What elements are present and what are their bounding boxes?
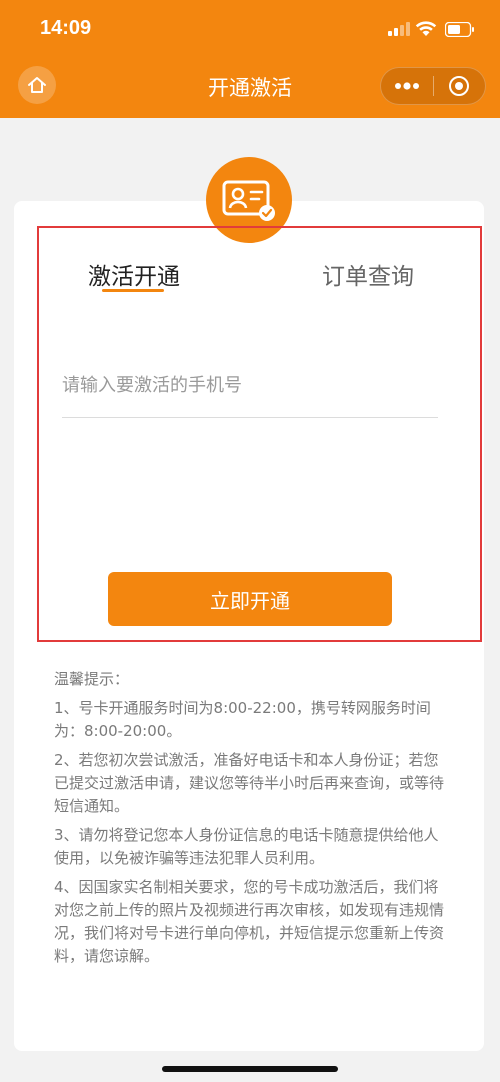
tip-item: 4、因国家实名制相关要求，您的号卡成功激活后，我们将对您之前上传的照片及视频进行… — [54, 878, 445, 965]
activate-now-button[interactable]: 立即开通 — [108, 572, 392, 626]
wifi-icon — [415, 21, 437, 36]
tips-section: 温馨提示： 1、号卡开通服务时间为8:00-22:00，携号转网服务时间为：8:… — [54, 668, 444, 974]
tips-title: 温馨提示： — [54, 670, 130, 688]
mini-program-capsule — [380, 67, 486, 105]
status-time: 14:09 — [40, 17, 92, 39]
home-indicator — [162, 1066, 338, 1072]
status-bar: 14:09 — [0, 0, 500, 60]
signal-icon — [388, 22, 410, 36]
app-header: 14:09 开通激活 — [0, 0, 500, 118]
tip-item: 2、若您初次尝试激活，准备好电话卡和本人身份证；若您已提交过激活申请，建议您等待… — [54, 751, 445, 815]
tab-activate[interactable]: 激活开通 — [88, 257, 180, 291]
battery-icon — [445, 22, 474, 37]
tab-order-query[interactable]: 订单查询 — [322, 257, 414, 291]
more-button[interactable] — [381, 67, 433, 105]
phone-number-input[interactable] — [62, 366, 438, 404]
input-underline — [62, 417, 438, 418]
close-button[interactable] — [433, 67, 485, 105]
more-dots-icon — [394, 82, 419, 90]
target-close-icon — [449, 76, 470, 96]
tip-item: 1、号卡开通服务时间为8:00-22:00，携号转网服务时间为：8:00-20:… — [54, 699, 431, 740]
id-card-icon — [222, 180, 275, 221]
tip-item: 3、请勿将登记您本人身份证信息的电话卡随意提供给他人使用，以免被诈骗等违法犯罪人… — [54, 826, 439, 867]
active-tab-indicator — [102, 289, 164, 292]
